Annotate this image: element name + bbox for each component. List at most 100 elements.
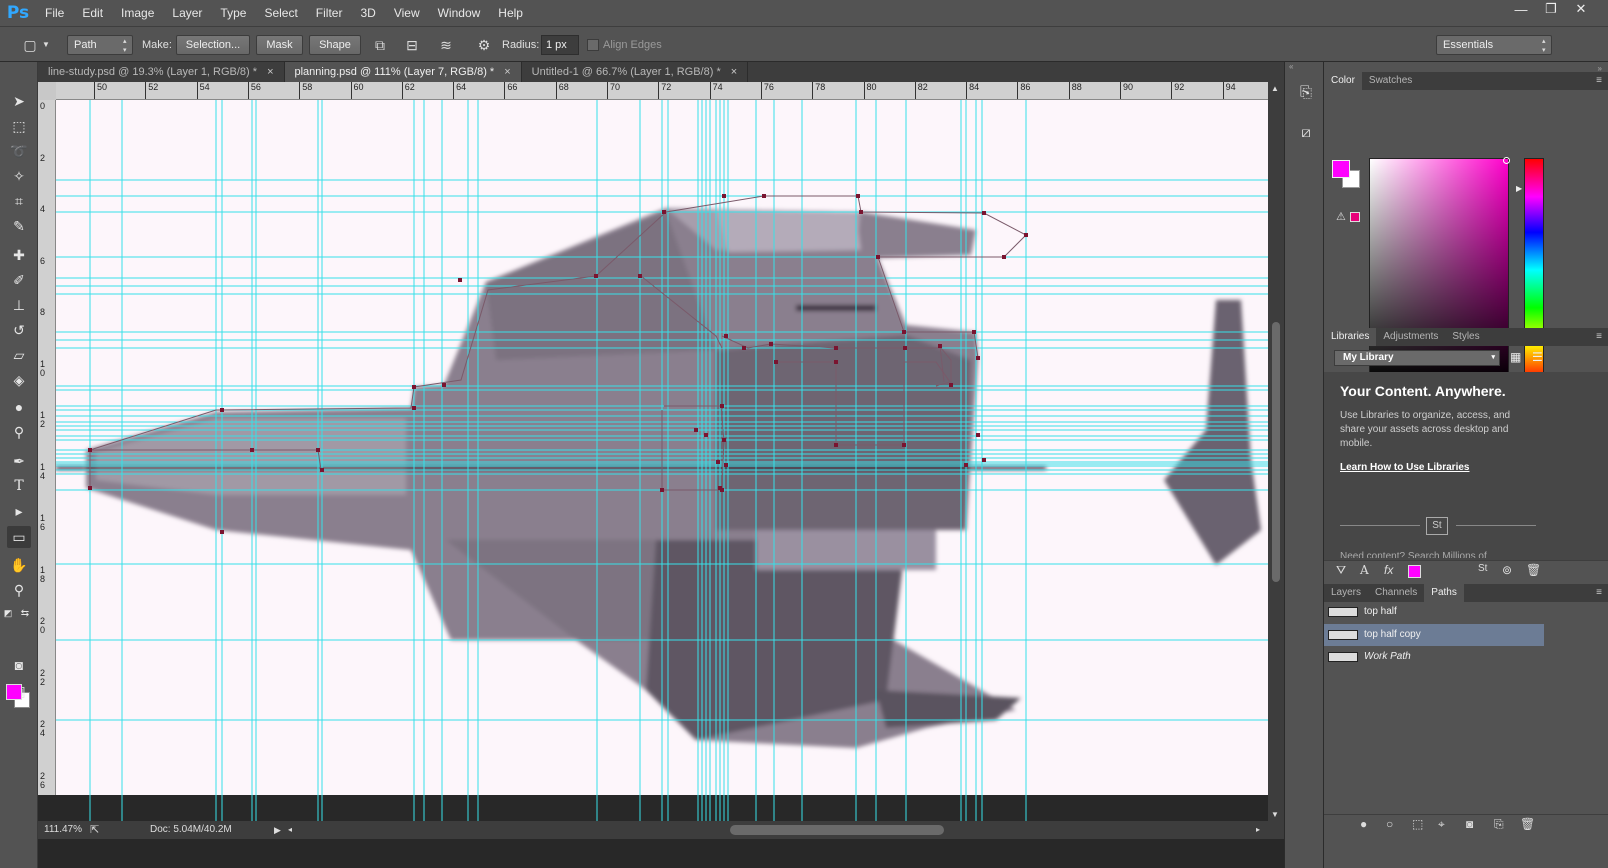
make-mask-button[interactable]: Mask <box>256 35 303 55</box>
menu-image[interactable]: Image <box>112 0 163 26</box>
brush-tool-icon[interactable]: ✐ <box>7 269 31 291</box>
collapse-dock-icon[interactable]: « <box>1289 62 1293 71</box>
make-shape-button[interactable]: Shape <box>309 35 361 55</box>
path-arrangement-icon[interactable]: ≋ <box>436 35 456 55</box>
blur-tool-icon[interactable]: ● <box>7 396 31 418</box>
add-character-style-icon[interactable]: A <box>1360 563 1369 577</box>
hue-slider[interactable] <box>1524 158 1544 382</box>
eyedropper-icon[interactable]: ✎ <box>7 215 31 237</box>
tab-line-study[interactable]: line-study.psd @ 19.3% (Layer 1, RGB/8) … <box>38 62 285 82</box>
swap-colors-icon[interactable]: ⇆ <box>18 602 32 624</box>
tab-channels[interactable]: Channels <box>1368 584 1424 602</box>
gear-icon[interactable]: ⚙ <box>474 35 494 55</box>
trash-icon[interactable]: 🗑 <box>1526 563 1541 577</box>
library-select[interactable]: My Library ▾ <box>1334 350 1500 366</box>
scroll-up-icon[interactable]: ▲ <box>1271 84 1279 93</box>
make-selection-button[interactable]: Selection... <box>176 35 250 55</box>
default-colors-icon[interactable]: ◩ <box>2 602 14 624</box>
path-item-top-half[interactable]: top half <box>1324 601 1544 623</box>
add-color-icon[interactable] <box>1408 565 1421 578</box>
crop-tool-icon[interactable]: ⌗ <box>7 190 31 212</box>
scroll-right-icon[interactable]: ▸ <box>1256 821 1260 839</box>
zoom-level[interactable]: 111.47% <box>44 821 82 839</box>
add-layer-style-icon[interactable]: fx <box>1384 563 1393 577</box>
menu-help[interactable]: Help <box>489 0 532 26</box>
history-brush-icon[interactable]: ↺ <box>7 319 31 341</box>
menu-layer[interactable]: Layer <box>163 0 211 26</box>
out-of-gamut-warning-icon[interactable]: ⚠ <box>1336 210 1346 223</box>
fill-path-icon[interactable]: ● <box>1360 817 1367 831</box>
sync-icon[interactable]: ⊚ <box>1502 563 1512 577</box>
path-selection-icon[interactable]: ▸ <box>7 500 31 522</box>
tool-mode-select[interactable]: Path <box>67 35 133 55</box>
eraser-icon[interactable]: ▱ <box>7 344 31 366</box>
hand-tool-icon[interactable]: ✋ <box>7 554 31 576</box>
tab-libraries[interactable]: Libraries <box>1324 328 1377 346</box>
color-picker-cursor[interactable] <box>1503 157 1510 164</box>
shape-tool-icon[interactable]: ▭ <box>7 526 31 548</box>
stock-icon[interactable]: St <box>1426 517 1448 535</box>
menu-type[interactable]: Type <box>211 0 255 26</box>
panel-menu-icon[interactable]: ≡ <box>1596 328 1602 346</box>
tool-preset-dropdown-icon[interactable]: ▼ <box>40 35 52 55</box>
menu-view[interactable]: View <box>385 0 429 26</box>
menu-edit[interactable]: Edit <box>73 0 112 26</box>
ruler-origin[interactable] <box>38 82 56 100</box>
tab-adjustments[interactable]: Adjustments <box>1376 328 1445 346</box>
close-button[interactable]: ✕ <box>1566 0 1596 18</box>
grid-view-icon[interactable]: ▦ <box>1510 350 1524 364</box>
align-edges-checkbox[interactable] <box>587 39 599 51</box>
stroke-path-icon[interactable]: ○ <box>1386 817 1393 831</box>
gamut-color-chip[interactable] <box>1350 212 1360 222</box>
history-panel-icon[interactable]: ⎘ <box>1295 84 1317 106</box>
panel-menu-icon[interactable]: ≡ <box>1596 584 1602 602</box>
foreground-color-swatch[interactable] <box>6 684 22 700</box>
make-work-path-icon[interactable]: ⌖ <box>1438 817 1445 832</box>
close-icon[interactable]: × <box>504 66 510 78</box>
color-picker-field[interactable] <box>1369 157 1510 382</box>
scroll-left-icon[interactable]: ◂ <box>288 821 292 839</box>
rounded-rectangle-tool-icon[interactable]: ▢ <box>20 35 40 55</box>
horizontal-scroll-thumb[interactable] <box>730 825 944 835</box>
menu-select[interactable]: Select <box>255 0 306 26</box>
vertical-ruler[interactable]: 0 2 4 6 8 10 12 14 16 18 20 22 24 26 <box>38 100 56 795</box>
close-icon[interactable]: × <box>267 66 273 78</box>
magic-wand-icon[interactable]: ✧ <box>7 165 31 187</box>
restore-button[interactable]: ❐ <box>1536 0 1566 18</box>
add-graphic-icon[interactable]: ⛛ <box>1336 563 1346 578</box>
tab-layers[interactable]: Layers <box>1324 584 1368 602</box>
marquee-tool-icon[interactable]: ⬚ <box>7 115 31 137</box>
learn-libraries-link[interactable]: Learn How to Use Libraries <box>1340 462 1469 473</box>
new-path-icon[interactable]: ⎘ <box>1494 817 1504 832</box>
color-panel-foreground[interactable] <box>1332 160 1350 178</box>
add-mask-icon[interactable]: ◙ <box>1466 817 1473 831</box>
workspace-select[interactable]: Essentials <box>1436 35 1552 55</box>
list-view-icon[interactable]: ☰ <box>1532 350 1546 364</box>
clone-stamp-icon[interactable]: ⊥ <box>7 294 31 316</box>
pen-tool-icon[interactable]: ✒ <box>7 450 31 472</box>
quick-mask-icon[interactable]: ◙ <box>7 654 31 676</box>
status-menu-icon[interactable]: ▶ <box>274 821 281 839</box>
tab-swatches[interactable]: Swatches <box>1362 72 1419 90</box>
menu-file[interactable]: File <box>36 0 73 26</box>
stock-icon[interactable]: St <box>1478 563 1487 574</box>
minimize-button[interactable]: — <box>1506 0 1536 18</box>
path-item-work-path[interactable]: Work Path <box>1324 646 1544 668</box>
tab-planning[interactable]: planning.psd @ 111% (Layer 7, RGB/8) * × <box>284 62 522 82</box>
move-tool-icon[interactable]: ➤ <box>7 90 31 112</box>
dodge-tool-icon[interactable]: ⚲ <box>7 421 31 443</box>
path-alignment-icon[interactable]: ⊟ <box>402 35 422 55</box>
trash-icon[interactable]: 🗑 <box>1520 817 1535 831</box>
type-tool-icon[interactable]: T <box>7 475 31 497</box>
path-item-top-half-copy[interactable]: top half copy <box>1324 624 1544 646</box>
healing-brush-icon[interactable]: ✚ <box>7 244 31 266</box>
tab-paths[interactable]: Paths <box>1424 584 1464 602</box>
lasso-tool-icon[interactable]: ➰ <box>7 140 31 162</box>
zoom-tool-icon[interactable]: ⚲ <box>7 579 31 601</box>
menu-3d[interactable]: 3D <box>351 0 384 26</box>
close-icon[interactable]: × <box>731 66 737 78</box>
vertical-scroll-thumb[interactable] <box>1272 322 1280 582</box>
tab-styles[interactable]: Styles <box>1445 328 1486 346</box>
vertical-scrollbar[interactable]: ▲ ▼ <box>1268 82 1284 821</box>
document-canvas[interactable] <box>56 100 1268 795</box>
